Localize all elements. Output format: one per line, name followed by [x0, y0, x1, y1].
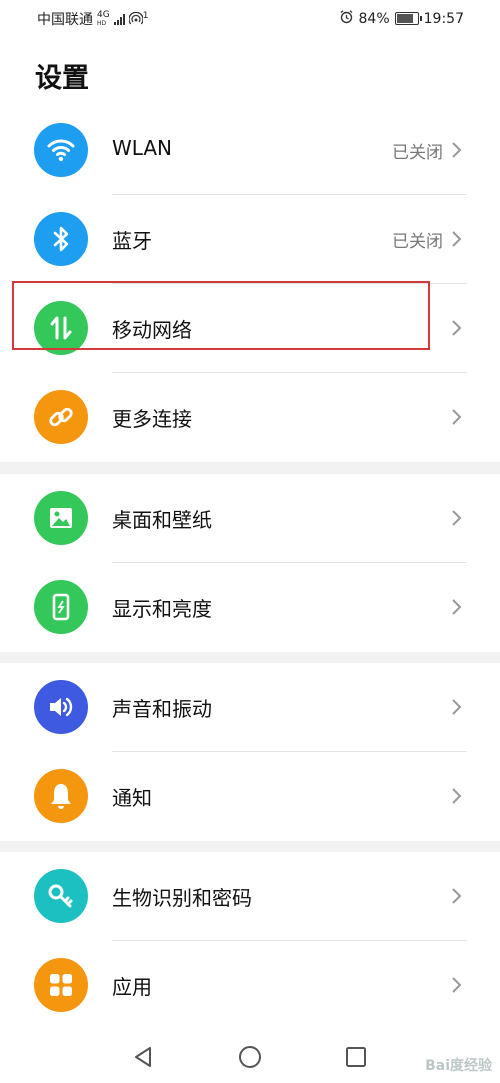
- chevron-right-icon: [452, 788, 462, 804]
- chevron-right-icon: [452, 142, 462, 158]
- carrier-label: 中国联通: [37, 12, 93, 28]
- watermark: Bai度经验: [425, 1058, 492, 1074]
- wallpaper-icon: [34, 491, 88, 545]
- clock: 19:57: [423, 10, 464, 27]
- page-title: 设置: [35, 63, 89, 94]
- settings-item-label: 移动网络: [112, 318, 192, 342]
- navigation-bar: Bai度经验: [0, 1028, 500, 1083]
- settings-item-apps[interactable]: 应用: [0, 941, 500, 1028]
- settings-item-biometrics-password[interactable]: 生物识别和密码: [0, 852, 500, 941]
- recents-button[interactable]: [343, 1044, 369, 1070]
- settings-item-value: 已关闭: [392, 143, 443, 163]
- home-button[interactable]: [237, 1044, 263, 1070]
- settings-item-label: 显示和亮度: [112, 597, 212, 621]
- back-triangle-icon: [135, 1047, 151, 1067]
- chevron-right-icon: [452, 231, 462, 247]
- chevron-right-icon: [452, 977, 462, 993]
- settings-item-label: 更多连接: [112, 407, 192, 431]
- display-icon: [34, 580, 88, 634]
- network-type-badge: 4G HD: [97, 10, 110, 28]
- settings-item-notifications[interactable]: 通知: [0, 752, 500, 841]
- settings-item-value: 已关闭: [392, 232, 443, 252]
- settings-item-sound-vibration[interactable]: 声音和振动: [0, 663, 500, 752]
- settings-item-label: 生物识别和密码: [112, 886, 252, 910]
- chevron-right-icon: [452, 699, 462, 715]
- settings-group-connectivity: WLAN 已关闭 蓝牙 已关闭 移动网络 更多连接: [0, 106, 500, 462]
- settings-group-sound: 声音和振动 通知: [0, 663, 500, 841]
- link-icon: [34, 390, 88, 444]
- chevron-right-icon: [452, 409, 462, 425]
- chevron-right-icon: [452, 599, 462, 615]
- hotspot-count: 1: [142, 11, 149, 21]
- chevron-right-icon: [452, 888, 462, 904]
- settings-item-home-wallpaper[interactable]: 桌面和壁纸: [0, 474, 500, 563]
- apps-icon: [34, 958, 88, 1012]
- settings-group-security: 生物识别和密码 应用: [0, 852, 500, 1028]
- settings-group-display: 桌面和壁纸 显示和亮度: [0, 474, 500, 652]
- notification-icon: [34, 769, 88, 823]
- status-bar: 中国联通 4G HD 1 84% 19:57: [0, 0, 500, 34]
- settings-item-more-connections[interactable]: 更多连接: [0, 373, 500, 462]
- recents-square-icon: [346, 1047, 366, 1067]
- bluetooth-icon: [34, 212, 88, 266]
- sound-icon: [34, 680, 88, 734]
- settings-item-label: 声音和振动: [112, 697, 212, 721]
- mobile-data-icon: [34, 301, 88, 355]
- signal-icon: [113, 13, 125, 25]
- settings-item-bluetooth[interactable]: 蓝牙 已关闭: [0, 195, 500, 284]
- key-icon: [34, 869, 88, 923]
- status-bar-right: 84% 19:57: [339, 9, 464, 28]
- settings-item-display-brightness[interactable]: 显示和亮度: [0, 563, 500, 652]
- settings-item-label: 蓝牙: [112, 229, 152, 253]
- settings-item-mobile-network[interactable]: 移动网络: [0, 284, 500, 373]
- chevron-right-icon: [452, 510, 462, 526]
- settings-item-wlan[interactable]: WLAN 已关闭: [0, 106, 500, 195]
- home-circle-icon: [239, 1046, 261, 1068]
- settings-item-label: WLAN: [112, 136, 173, 160]
- battery-icon: [394, 12, 422, 25]
- settings-item-label: 应用: [112, 975, 152, 999]
- hotspot-icon: 1: [128, 11, 149, 26]
- settings-item-label: 通知: [112, 786, 152, 810]
- chevron-right-icon: [452, 320, 462, 336]
- back-button[interactable]: [130, 1044, 156, 1070]
- page-header: 设置: [0, 34, 500, 106]
- wifi-icon: [34, 123, 88, 177]
- battery-percent: 84%: [358, 10, 390, 27]
- alarm-icon: [339, 9, 354, 28]
- settings-item-label: 桌面和壁纸: [112, 508, 212, 532]
- status-bar-left: 中国联通 4G HD 1: [37, 9, 148, 29]
